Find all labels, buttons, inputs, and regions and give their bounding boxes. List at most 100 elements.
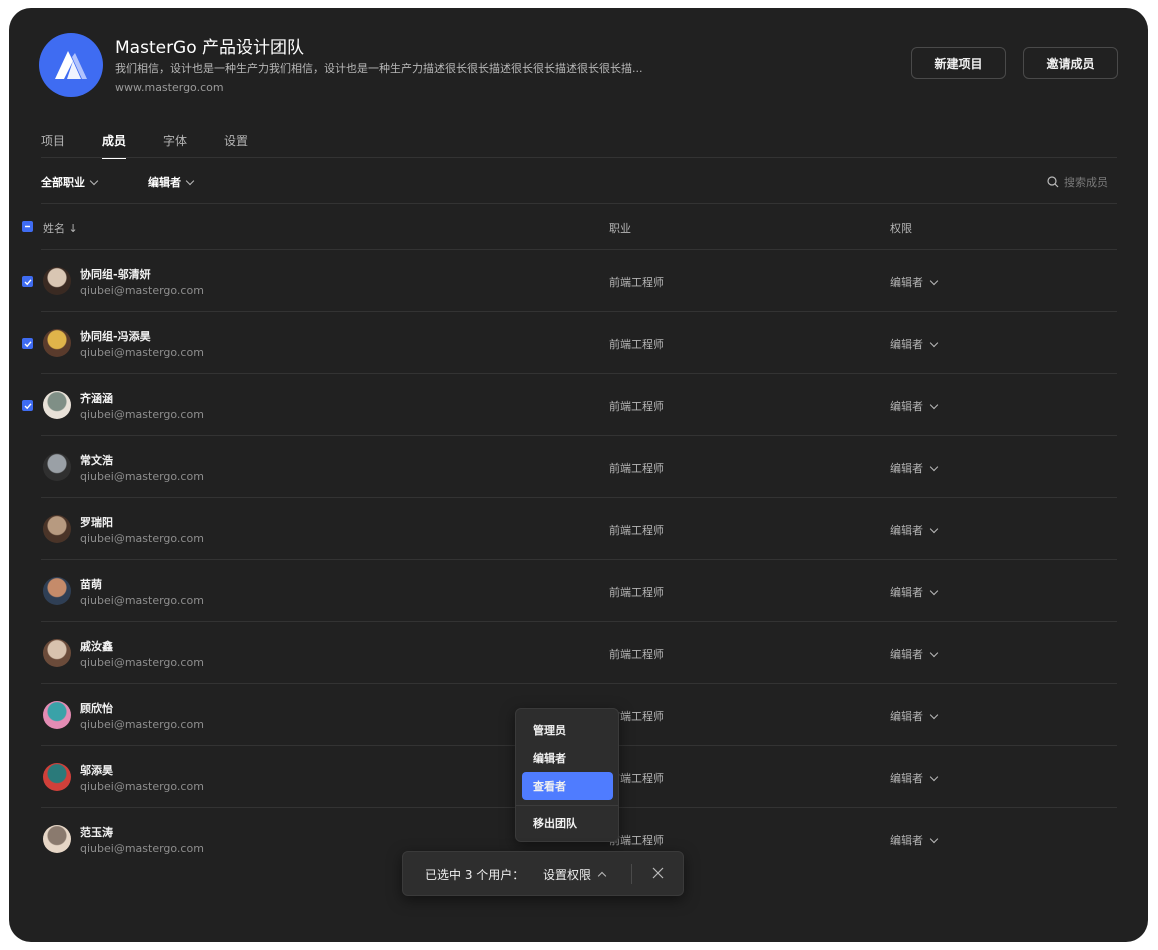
member-role-dropdown[interactable]: 编辑者 [890, 770, 939, 786]
member-job: 前端工程师 [609, 400, 664, 413]
close-icon[interactable] [652, 867, 664, 879]
team-window: MasterGo 产品设计团队 我们相信，设计也是一种生产力我们相信，设计也是一… [9, 8, 1148, 942]
job-filter-dropdown[interactable]: 全部职业 [41, 174, 99, 190]
member-role-label: 编辑者 [890, 276, 923, 289]
chevron-down-icon [929, 710, 939, 719]
member-name: 苗萌 [80, 578, 102, 591]
role-filter-label: 编辑者 [148, 176, 181, 189]
row-divider [41, 497, 1117, 498]
chevron-down-icon [929, 276, 939, 285]
chevron-down-icon [929, 586, 939, 595]
tab-members[interactable]: 成员 [102, 132, 127, 159]
member-email: qiubei@mastergo.com [80, 656, 204, 669]
team-logo-icon [39, 33, 103, 97]
member-name: 齐涵涵 [80, 392, 113, 405]
member-job: 前端工程师 [609, 462, 664, 475]
member-role-label: 编辑者 [890, 400, 923, 413]
chevron-down-icon [929, 834, 939, 843]
member-name: 常文浩 [80, 454, 113, 467]
role-filter-dropdown[interactable]: 编辑者 [148, 174, 195, 190]
menu-item-remove-from-team[interactable]: 移出团队 [522, 809, 613, 837]
invite-member-button[interactable]: 邀请成员 [1023, 47, 1118, 79]
tab-fonts[interactable]: 字体 [163, 132, 187, 159]
chevron-down-icon [929, 400, 939, 409]
column-header-name[interactable]: 姓名 ↓ [43, 220, 78, 236]
member-name: 协同组-冯添昊 [80, 330, 151, 343]
member-role-dropdown[interactable]: 编辑者 [890, 708, 939, 724]
set-permission-button[interactable]: 设置权限 [543, 866, 607, 883]
member-name: 顾欣怡 [80, 702, 113, 715]
member-role-dropdown[interactable]: 编辑者 [890, 522, 939, 538]
tab-projects[interactable]: 项目 [41, 132, 65, 159]
job-filter-label: 全部职业 [41, 176, 85, 189]
member-role-dropdown[interactable]: 编辑者 [890, 274, 939, 290]
avatar [43, 763, 71, 791]
team-description: 我们相信，设计也是一种生产力我们相信，设计也是一种生产力描述很长很长描述很长很长… [115, 62, 643, 75]
chevron-down-icon [929, 524, 939, 533]
member-role-dropdown[interactable]: 编辑者 [890, 460, 939, 476]
member-role-dropdown[interactable]: 编辑者 [890, 336, 939, 352]
member-role-label: 编辑者 [890, 462, 923, 475]
member-email: qiubei@mastergo.com [80, 594, 204, 607]
member-email: qiubei@mastergo.com [80, 284, 204, 297]
member-email: qiubei@mastergo.com [80, 470, 204, 483]
member-email: qiubei@mastergo.com [80, 346, 204, 359]
new-project-button[interactable]: 新建项目 [911, 47, 1006, 79]
search-icon [1047, 176, 1059, 188]
member-role-dropdown[interactable]: 编辑者 [890, 832, 939, 848]
member-role-label: 编辑者 [890, 710, 923, 723]
menu-item-viewer[interactable]: 查看者 [522, 772, 613, 800]
row-checkbox[interactable] [22, 276, 33, 287]
member-role-dropdown[interactable]: 编辑者 [890, 584, 939, 600]
row-checkbox[interactable] [22, 400, 33, 411]
team-url[interactable]: www.mastergo.com [115, 81, 224, 94]
row-divider [41, 683, 1117, 684]
avatar [43, 267, 71, 295]
member-search-input[interactable]: 搜索成员 [1047, 174, 1108, 190]
divider [41, 203, 1117, 204]
member-role-label: 编辑者 [890, 524, 923, 537]
checkbox-checked-icon [24, 402, 32, 409]
row-divider [41, 435, 1117, 436]
chevron-up-icon [597, 871, 607, 881]
member-role-label: 编辑者 [890, 648, 923, 661]
member-name: 范玉涛 [80, 826, 113, 839]
select-all-checkbox[interactable] [22, 221, 33, 232]
member-role-dropdown[interactable]: 编辑者 [890, 398, 939, 414]
member-name: 罗瑞阳 [80, 516, 113, 529]
role-dropdown-menu: 管理员 编辑者 查看者 移出团队 [515, 708, 619, 842]
member-email: qiubei@mastergo.com [80, 842, 204, 855]
member-name: 协同组-邬清妍 [80, 268, 151, 281]
divider [41, 249, 1117, 250]
set-permission-label: 设置权限 [543, 868, 592, 882]
column-header-job: 职业 [609, 222, 631, 235]
member-job: 前端工程师 [609, 586, 664, 599]
divider [631, 864, 632, 884]
tab-settings[interactable]: 设置 [224, 132, 248, 159]
member-email: qiubei@mastergo.com [80, 780, 204, 793]
avatar [43, 639, 71, 667]
row-divider [41, 373, 1117, 374]
chevron-down-icon [929, 648, 939, 657]
checkbox-checked-icon [24, 340, 32, 347]
menu-item-editor[interactable]: 编辑者 [522, 744, 613, 772]
selected-count-text: 已选中 3 个用户： [425, 868, 525, 882]
avatar [43, 825, 71, 853]
chevron-down-icon [929, 772, 939, 781]
menu-item-admin[interactable]: 管理员 [522, 716, 613, 744]
chevron-down-icon [929, 462, 939, 471]
member-role-dropdown[interactable]: 编辑者 [890, 646, 939, 662]
row-divider [41, 621, 1117, 622]
avatar [43, 329, 71, 357]
member-role-label: 编辑者 [890, 772, 923, 785]
member-job: 前端工程师 [609, 648, 664, 661]
tab-bar: 项目 成员 字体 设置 [41, 132, 285, 159]
divider [41, 157, 1117, 158]
row-divider [41, 559, 1117, 560]
checkbox-checked-icon [24, 278, 32, 285]
member-role-label: 编辑者 [890, 338, 923, 351]
selection-action-bar: 已选中 3 个用户： 设置权限 [402, 851, 684, 896]
avatar [43, 515, 71, 543]
row-checkbox[interactable] [22, 338, 33, 349]
member-email: qiubei@mastergo.com [80, 532, 204, 545]
